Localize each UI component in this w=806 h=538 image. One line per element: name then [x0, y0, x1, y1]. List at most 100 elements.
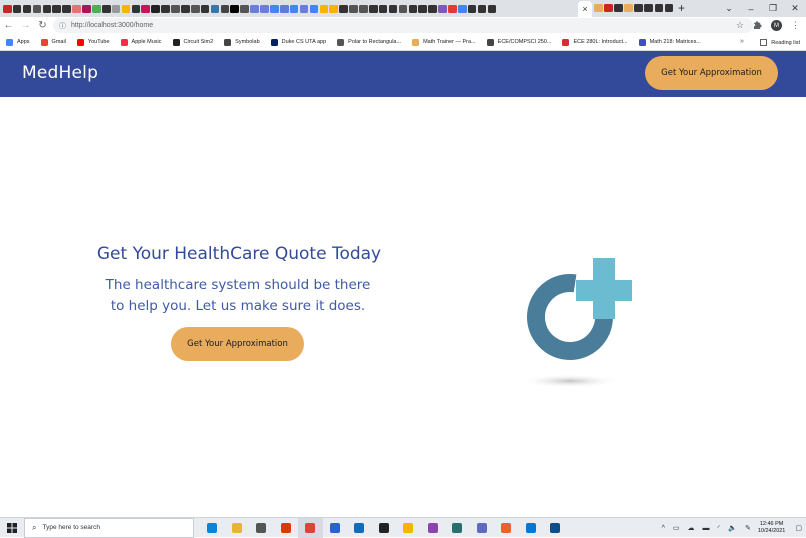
tab-favicon-icon[interactable]	[121, 4, 131, 13]
active-tab-close-button[interactable]: ×	[578, 1, 592, 17]
taskbar-app-vscode[interactable]	[519, 518, 544, 538]
tab-favicon-icon[interactable]	[299, 4, 309, 13]
tab-favicon-icon[interactable]	[388, 4, 398, 13]
tab-favicon-icon[interactable]	[467, 4, 477, 13]
bookmark-item[interactable]: YouTube	[76, 38, 110, 46]
tab-favicon-icon[interactable]	[457, 4, 467, 13]
tab-favicon-icon[interactable]	[329, 4, 338, 13]
taskbar-app-app-diamond[interactable]	[396, 518, 421, 538]
taskbar-search-input[interactable]: ⌕ Type here to search	[24, 517, 194, 538]
tab-favicon-icon[interactable]	[279, 4, 289, 13]
taskbar-app-todo[interactable]	[323, 518, 348, 538]
taskbar-app-app-tower[interactable]	[543, 518, 568, 538]
tab-favicon-icon[interactable]	[12, 4, 22, 13]
tab-favicon-icon[interactable]	[408, 4, 418, 13]
tab-favicon-icon[interactable]	[141, 4, 151, 13]
back-button[interactable]: ←	[0, 20, 17, 31]
onedrive-icon[interactable]: ☁	[688, 524, 695, 532]
taskbar-app-edge[interactable]	[200, 518, 225, 538]
tab-favicon-icon[interactable]	[378, 4, 388, 13]
tab-favicon-icon[interactable]	[339, 4, 348, 13]
bookmark-item[interactable]: Duke CS UTA app	[270, 38, 326, 46]
bookmark-item[interactable]: Polar to Rectangula...	[337, 38, 401, 46]
reading-list-button[interactable]: Reading list	[760, 34, 800, 51]
close-window-button[interactable]: ✕	[784, 3, 806, 14]
tab-favicon-icon[interactable]	[448, 4, 457, 13]
tab-favicon-icon[interactable]	[624, 4, 633, 12]
tab-favicon-icon[interactable]	[171, 4, 180, 13]
bookmark-item[interactable]: Circuit Sim2	[172, 38, 213, 46]
tab-favicon-icon[interactable]	[3, 4, 12, 13]
tab-favicon-icon[interactable]	[359, 4, 368, 13]
taskbar-app-store[interactable]	[249, 518, 274, 538]
taskbar-app-mail[interactable]	[347, 518, 372, 538]
tab-favicon-icon[interactable]	[477, 4, 487, 13]
tab-favicon-icon[interactable]	[309, 4, 319, 13]
tab-favicon-icon[interactable]	[161, 4, 170, 13]
taskbar-app-app-ring[interactable]	[445, 518, 470, 538]
tab-favicon-icon[interactable]	[418, 4, 427, 13]
tab-favicon-icon[interactable]	[42, 4, 52, 13]
tab-favicon-icon[interactable]	[604, 4, 613, 12]
tab-favicon-icon[interactable]	[22, 4, 32, 13]
tab-favicon-icon[interactable]	[190, 4, 200, 13]
tab-favicon-icon[interactable]	[72, 4, 81, 13]
tab-favicon-icon[interactable]	[82, 4, 91, 13]
menu-icon[interactable]: ⋮	[791, 20, 800, 31]
forward-button[interactable]: →	[17, 20, 34, 31]
hero-approximation-button[interactable]: Get Your Approximation	[171, 327, 304, 361]
tab-favicon-icon[interactable]	[614, 4, 623, 12]
volume-icon[interactable]: 🔈	[728, 524, 737, 532]
tab-favicon-icon[interactable]	[151, 4, 160, 13]
tab-favicon-icon[interactable]	[398, 4, 408, 13]
tab-favicon-icon[interactable]	[230, 4, 240, 13]
taskbar-app-file-explorer[interactable]	[225, 518, 250, 538]
bookmarks-overflow-button[interactable]: »	[740, 38, 744, 45]
taskbar-app-app-orange[interactable]	[494, 518, 519, 538]
tab-favicon-icon[interactable]	[644, 4, 654, 12]
tray-overflow-icon[interactable]: ^	[662, 525, 665, 532]
puzzle-icon[interactable]	[753, 20, 762, 31]
pen-icon[interactable]: ✎	[745, 524, 751, 532]
taskbar-app-office[interactable]	[274, 518, 299, 538]
start-button[interactable]	[0, 518, 24, 538]
tab-favicon-icon[interactable]	[101, 4, 111, 13]
tab-favicon-icon[interactable]	[92, 4, 101, 13]
tab-favicon-icon[interactable]	[289, 4, 299, 13]
tab-favicon-icon[interactable]	[368, 4, 378, 13]
new-tab-button[interactable]: +	[678, 1, 685, 15]
tab-favicon-icon[interactable]	[428, 4, 437, 13]
reload-button[interactable]: ↻	[34, 20, 51, 31]
bookmark-item[interactable]: Gmail	[40, 38, 66, 46]
tab-favicon-icon[interactable]	[634, 4, 643, 12]
bookmark-item[interactable]: Math 218: Matrices...	[638, 38, 701, 46]
battery-icon[interactable]: ▬	[703, 525, 710, 532]
wifi-icon[interactable]: ◜	[718, 524, 721, 532]
tab-search-button[interactable]: ⌄	[718, 3, 740, 14]
bookmark-item[interactable]: ECE 280L: Introduct...	[562, 38, 628, 46]
tab-favicon-icon[interactable]	[319, 4, 329, 13]
tab-favicon-icon[interactable]	[260, 4, 269, 13]
tab-favicon-icon[interactable]	[349, 4, 358, 13]
minimize-button[interactable]: –	[740, 4, 762, 14]
header-approximation-button[interactable]: Get Your Approximation	[645, 56, 778, 90]
bookmark-item[interactable]: Symbolab	[224, 38, 260, 46]
taskbar-app-app-chart[interactable]	[470, 518, 495, 538]
tab-favicon-icon[interactable]	[250, 4, 259, 13]
tab-favicon-icon[interactable]	[240, 4, 249, 13]
info-icon[interactable]: ⓘ	[59, 21, 66, 31]
url-input[interactable]: ⓘ http://localhost:3000/home	[53, 18, 753, 33]
tab-favicon-icon[interactable]	[210, 4, 220, 13]
tab-favicon-icon[interactable]	[62, 4, 71, 13]
taskbar-app-terminal[interactable]	[372, 518, 397, 538]
bookmark-item[interactable]: Apps	[6, 38, 30, 46]
tab-favicon-icon[interactable]	[52, 4, 62, 13]
tab-favicon-icon[interactable]	[181, 4, 190, 13]
tab-favicon-icon[interactable]	[32, 4, 42, 13]
bookmark-item[interactable]: ECE/COMPSCI 250...	[486, 38, 551, 46]
notifications-icon[interactable]: ▢	[795, 524, 802, 532]
tab-favicon-icon[interactable]	[664, 4, 674, 12]
profile-avatar[interactable]: M	[771, 20, 782, 31]
bookmark-item[interactable]: Math Trainer — Pra...	[412, 38, 476, 46]
taskbar-clock[interactable]: 12:46 PM 10/24/2021	[758, 521, 786, 535]
